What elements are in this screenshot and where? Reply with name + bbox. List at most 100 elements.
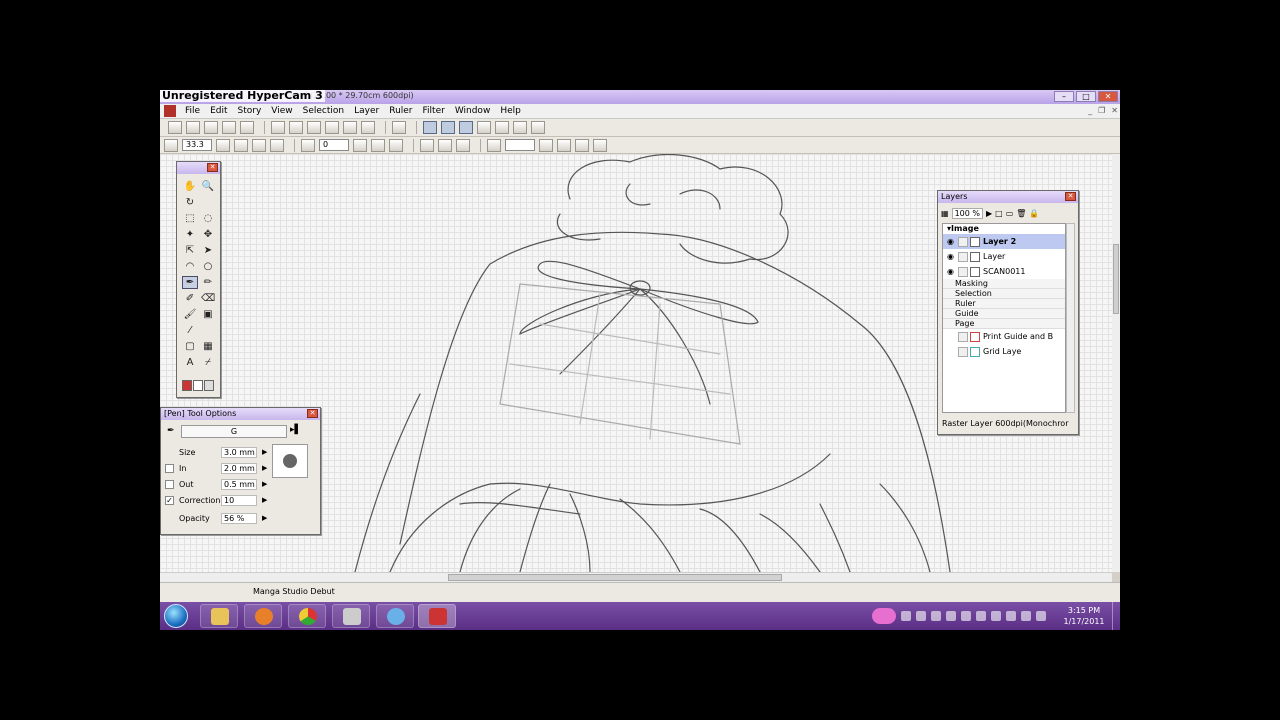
save-icon[interactable] [222, 121, 236, 134]
device-icon[interactable] [1006, 611, 1016, 621]
fill-icon[interactable]: ▣ [200, 308, 216, 321]
print-icon[interactable] [392, 121, 406, 134]
lasso-icon[interactable]: ◌ [200, 212, 216, 225]
app-icon[interactable] [164, 105, 176, 117]
vertical-scroll-thumb[interactable] [1113, 244, 1119, 314]
minimize-button[interactable]: – [1054, 91, 1074, 102]
mdi-minimize-icon[interactable]: _ [1088, 106, 1092, 115]
group-masking[interactable]: Masking [943, 279, 1065, 289]
zoom-arrow-icon[interactable] [216, 138, 230, 152]
pen-name-field[interactable]: G [181, 425, 287, 438]
manga-studio-taskbar-button[interactable] [418, 604, 456, 628]
start-button[interactable] [164, 604, 188, 628]
group-selection[interactable]: Selection [943, 289, 1065, 299]
tools-palette-close-icon[interactable]: ✕ [207, 163, 218, 172]
layers-titlebar[interactable]: Layers ✕ [938, 191, 1078, 203]
object-select-icon[interactable]: ➤ [200, 244, 216, 257]
delete-layer-icon[interactable]: 🗑 [1016, 209, 1026, 218]
cut-icon[interactable] [271, 121, 285, 134]
layer-color-icon[interactable]: ▦ [941, 209, 949, 218]
brush-icon[interactable]: 🖌 [182, 308, 198, 321]
show-desktop-button[interactable] [1112, 602, 1120, 630]
edit-toggle[interactable] [958, 331, 968, 342]
explorer-taskbar-button[interactable] [200, 604, 238, 628]
check-icon[interactable] [513, 121, 527, 134]
new-story-icon[interactable] [186, 121, 200, 134]
view-mode-3-icon[interactable] [459, 121, 473, 134]
view-mode-1-icon[interactable] [423, 121, 437, 134]
media-taskbar-button[interactable] [244, 604, 282, 628]
transparent-color-chip[interactable] [204, 380, 214, 391]
pause-icon[interactable] [916, 611, 926, 621]
fit-page-icon[interactable] [234, 138, 248, 152]
pen-icon[interactable]: ✒ [182, 276, 198, 289]
guide-icon[interactable] [456, 138, 470, 152]
eye-icon[interactable]: ◉ [946, 252, 955, 261]
vertical-scrollbar[interactable] [1112, 154, 1120, 572]
menu-window[interactable]: Window [450, 104, 496, 119]
frame-icon[interactable]: ▢ [182, 340, 198, 353]
mdi-close-icon[interactable]: ✕ [1111, 106, 1118, 115]
ruler-icon[interactable] [420, 138, 434, 152]
move-layer-icon[interactable]: ⇱ [182, 244, 198, 257]
correction-checkbox[interactable]: ✓ [165, 495, 174, 505]
undo-icon[interactable] [343, 121, 357, 134]
view-mode-2-icon[interactable] [441, 121, 455, 134]
tools-palette-titlebar[interactable]: ✕ [177, 162, 220, 174]
network-icon[interactable] [991, 611, 1001, 621]
correction-field[interactable]: 10 [221, 494, 257, 506]
toggle-grid-icon[interactable] [477, 121, 491, 134]
page-layer-row[interactable]: Grid Laye [943, 344, 1065, 359]
horizontal-scrollbar[interactable] [160, 572, 1112, 582]
edit-toggle[interactable] [958, 266, 968, 277]
background-color-chip[interactable] [193, 380, 203, 391]
pen-menu-icon[interactable]: ▸▌ [290, 425, 301, 435]
text-icon[interactable]: A [182, 356, 198, 369]
layer-opacity-field[interactable]: 100 % [951, 207, 983, 219]
parallel-ruler-icon[interactable] [575, 138, 589, 152]
menu-help[interactable]: Help [495, 104, 526, 119]
rotate-view-icon[interactable] [301, 138, 315, 152]
layer-row[interactable]: ◉ Layer 2 [943, 234, 1065, 249]
zoom-icon[interactable]: 🔍 [200, 180, 216, 193]
layer-row[interactable]: ◉ SCAN0011 [943, 264, 1065, 279]
flip-vertical-icon[interactable] [389, 138, 403, 152]
pencil-icon[interactable]: ✏ [200, 276, 216, 289]
group-ruler[interactable]: Ruler [943, 299, 1065, 309]
eye-icon[interactable]: ◉ [946, 267, 955, 276]
perspective-ruler-icon[interactable] [539, 138, 553, 152]
mdi-restore-icon[interactable]: ❐ [1098, 106, 1105, 115]
layers-close-icon[interactable]: ✕ [1065, 192, 1076, 201]
eye-icon[interactable]: ◉ [946, 237, 955, 246]
settings-icon[interactable] [946, 611, 956, 621]
menu-edit[interactable]: Edit [205, 104, 232, 119]
marker-icon[interactable]: ✐ [182, 292, 198, 305]
chevron-up-icon[interactable] [961, 611, 971, 621]
eraser-icon[interactable]: ⌫ [200, 292, 216, 305]
folder-toggle-icon[interactable]: ▾ [943, 224, 951, 234]
paste-icon[interactable] [307, 121, 321, 134]
redo-icon[interactable] [361, 121, 375, 134]
opacity-field[interactable]: 56 % [221, 512, 257, 524]
menu-layer[interactable]: Layer [349, 104, 384, 119]
maximize-button[interactable]: □ [1076, 91, 1096, 102]
chrome-taskbar-button[interactable] [288, 604, 326, 628]
out-arrow-icon[interactable]: ▶ [262, 480, 267, 488]
move-icon[interactable]: ✥ [200, 228, 216, 241]
window-icon[interactable] [531, 121, 545, 134]
toggle-tone-icon[interactable] [495, 121, 509, 134]
snap-icon[interactable] [438, 138, 452, 152]
copy-icon[interactable] [289, 121, 303, 134]
magic-wand-icon[interactable]: ✦ [182, 228, 198, 241]
new-layer-icon[interactable]: □ [995, 209, 1003, 218]
eyedropper-icon[interactable]: ⌿ [200, 356, 216, 369]
opacity-arrow-icon[interactable]: ▶ [262, 514, 267, 522]
delete-icon[interactable] [325, 121, 339, 134]
mute-icon[interactable] [931, 611, 941, 621]
grid-ruler-icon[interactable] [557, 138, 571, 152]
zoom-out-icon[interactable] [164, 138, 178, 152]
lock-layer-icon[interactable]: 🔒 [1029, 209, 1039, 218]
curve-icon[interactable]: ◠ [182, 260, 198, 273]
drawing-color-chip[interactable] [182, 380, 192, 391]
export-icon[interactable] [240, 121, 254, 134]
